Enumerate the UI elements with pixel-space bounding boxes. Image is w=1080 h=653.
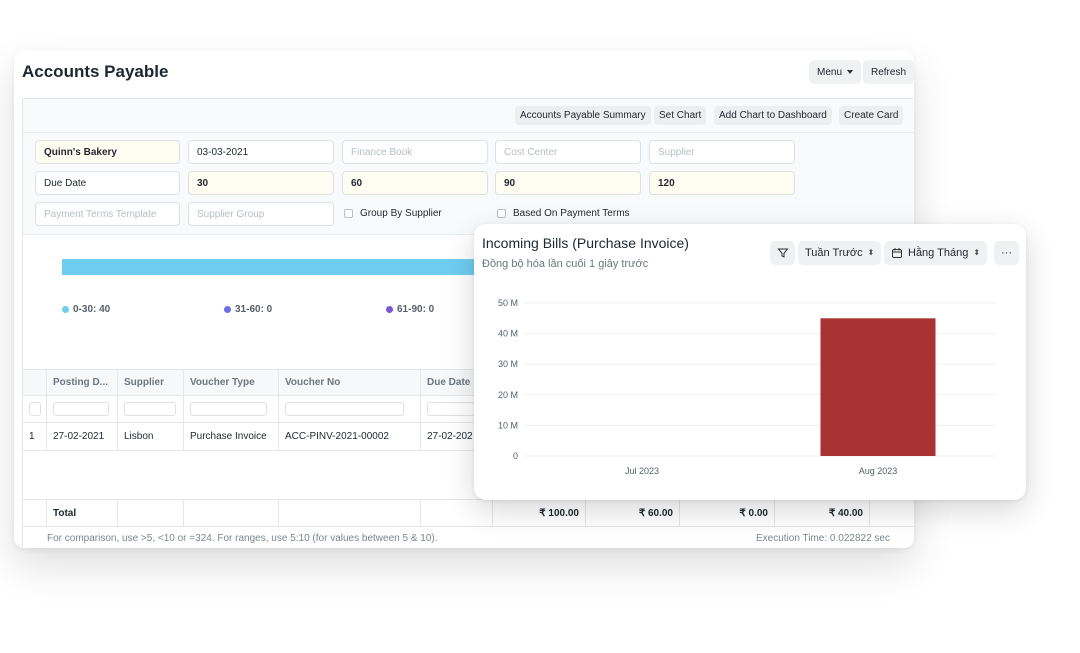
filter-cell xyxy=(279,396,421,422)
legend-label: 0-30: 40 xyxy=(73,304,111,315)
filter-input-supplier[interactable] xyxy=(124,402,176,416)
column-header-voucher-type[interactable]: Voucher Type xyxy=(184,370,279,395)
select-arrows-icon: ⬍ xyxy=(867,248,875,257)
interval-select[interactable]: Hằng Tháng ⬍ xyxy=(884,241,988,265)
filter-cell xyxy=(47,396,118,422)
set-chart-button[interactable]: Set Chart xyxy=(654,106,707,125)
row-index-header xyxy=(23,370,47,395)
timespan-label: Tuần Trước xyxy=(805,247,863,259)
finance-book-field[interactable]: Finance Book xyxy=(342,140,488,164)
filter-input-posting-date[interactable] xyxy=(53,402,110,416)
total-empty-cell xyxy=(421,500,493,526)
total-empty-cell xyxy=(118,500,184,526)
page-title: Accounts Payable xyxy=(22,62,169,81)
legend-dot xyxy=(224,306,231,313)
filter-button[interactable] xyxy=(770,241,795,265)
legend-label: 31-60: 0 xyxy=(235,304,273,315)
supplier-cell: Lisbon xyxy=(118,423,184,450)
calendar-icon xyxy=(892,248,902,258)
based-on-payment-terms-label: Based On Payment Terms xyxy=(513,208,630,219)
group-by-supplier-label: Group By Supplier xyxy=(360,208,442,219)
total-range-61-90: ₹ 40.00 xyxy=(775,500,870,526)
total-index-cell xyxy=(23,500,47,526)
checkbox-box[interactable] xyxy=(497,209,506,218)
voucher-no-cell[interactable]: ACC-PINV-2021-00002 xyxy=(279,423,421,450)
column-header-voucher-no[interactable]: Voucher No xyxy=(279,370,421,395)
checkbox-box[interactable] xyxy=(344,209,353,218)
row-select-all-box[interactable] xyxy=(29,402,41,416)
total-label: Total xyxy=(47,500,118,526)
accounts-payable-summary-button[interactable]: Accounts Payable Summary xyxy=(515,106,651,125)
group-by-supplier-checkbox[interactable]: Group By Supplier xyxy=(344,208,442,219)
y-tick-label: 40 M xyxy=(498,329,518,339)
posting-date-cell: 27-02-2021 xyxy=(47,423,118,450)
column-header-posting-date[interactable]: Posting D... xyxy=(47,370,118,395)
range3-field[interactable]: 90 xyxy=(495,171,641,195)
legend-item-0-30: 0-30: 40 xyxy=(62,304,110,315)
incoming-bills-bar-chart: 0 10 M 20 M 30 M 40 M 50 M Jul 2023 Aug 2023 xyxy=(498,298,996,476)
x-tick-label: Aug 2023 xyxy=(859,466,898,476)
create-card-button[interactable]: Create Card xyxy=(839,106,904,125)
menu-label: Menu xyxy=(817,66,843,78)
range4-field[interactable]: 120 xyxy=(649,171,795,195)
bar-aug-2023[interactable] xyxy=(820,318,936,456)
filter-cell xyxy=(184,396,279,422)
legend-item-31-60: 31-60: 0 xyxy=(224,304,272,315)
y-tick-label: 10 M xyxy=(498,420,518,430)
menu-button[interactable]: Menu xyxy=(809,60,862,84)
filter-cell xyxy=(23,396,47,422)
total-empty-cell xyxy=(184,500,279,526)
filter-input-voucher-no[interactable] xyxy=(285,402,404,416)
supplier-group-field[interactable]: Supplier Group xyxy=(188,202,334,226)
select-arrows-icon: ⬍ xyxy=(973,248,981,257)
card-last-synced: Đồng bộ hóa lần cuối 1 giây trước xyxy=(482,258,649,270)
y-tick-label: 50 M xyxy=(498,298,518,308)
y-tick-label: 30 M xyxy=(498,359,518,369)
legend-dot xyxy=(386,306,393,313)
range1-field[interactable]: 30 xyxy=(188,171,334,195)
payment-terms-template-field[interactable]: Payment Terms Template xyxy=(35,202,180,226)
more-icon[interactable]: ··· xyxy=(994,241,1019,265)
legend-dot xyxy=(62,306,69,313)
refresh-button[interactable]: Refresh xyxy=(863,60,914,84)
supplier-field[interactable]: Supplier xyxy=(649,140,795,164)
filter-help-text: For comparison, use >5, <10 or =324. For… xyxy=(47,533,438,544)
range2-field[interactable]: 60 xyxy=(342,171,488,195)
filter-icon xyxy=(776,248,789,258)
based-on-payment-terms-checkbox[interactable]: Based On Payment Terms xyxy=(497,208,630,219)
timespan-select[interactable]: Tuần Trước ⬍ xyxy=(798,241,882,265)
row-index: 1 xyxy=(23,423,47,450)
y-tick-label: 0 xyxy=(513,451,518,461)
add-chart-to-dashboard-button[interactable]: Add Chart to Dashboard xyxy=(714,106,832,125)
legend-label: 61-90: 0 xyxy=(397,304,435,315)
caret-down-icon xyxy=(847,70,854,74)
filter-cell xyxy=(118,396,184,422)
filter-input-voucher-type[interactable] xyxy=(190,402,268,416)
total-range-0-30: ₹ 60.00 xyxy=(586,500,680,526)
company-field[interactable]: Quinn's Bakery xyxy=(35,140,180,164)
voucher-type-cell: Purchase Invoice xyxy=(184,423,279,450)
report-date-field[interactable]: 03-03-2021 xyxy=(188,140,334,164)
screenshot-stage: Accounts Payable Menu Refresh Accounts P… xyxy=(0,0,1080,653)
legend-item-61-90: 61-90: 0 xyxy=(386,304,434,315)
total-outstanding: ₹ 100.00 xyxy=(493,500,586,526)
cost-center-field[interactable]: Cost Center xyxy=(495,140,641,164)
ageing-summary-bar xyxy=(62,259,522,275)
y-tick-label: 20 M xyxy=(498,390,518,400)
column-header-supplier[interactable]: Supplier xyxy=(118,370,184,395)
incoming-bills-chart-card: Incoming Bills (Purchase Invoice) Đồng b… xyxy=(474,224,1026,500)
ageing-based-on-field[interactable]: Due Date xyxy=(35,171,180,195)
card-title: Incoming Bills (Purchase Invoice) xyxy=(482,235,689,251)
total-empty-cell xyxy=(279,500,421,526)
interval-label: Hằng Tháng xyxy=(908,247,969,259)
report-toolbar: Accounts Payable Summary Set Chart Add C… xyxy=(23,99,914,133)
filter-area: Quinn's Bakery 03-03-2021 Finance Book C… xyxy=(23,133,914,235)
total-row: Total ₹ 100.00 ₹ 60.00 ₹ 0.00 ₹ 40.00 xyxy=(23,499,914,527)
x-tick-label: Jul 2023 xyxy=(625,466,659,476)
execution-time: Execution Time: 0.022822 sec xyxy=(756,533,890,544)
total-range-31-60: ₹ 0.00 xyxy=(680,500,775,526)
